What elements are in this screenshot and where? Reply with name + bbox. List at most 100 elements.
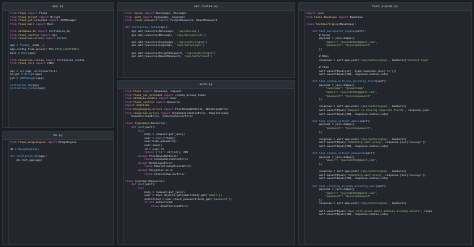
tab-app[interactable]: app.py [3, 3, 113, 11]
code-area[interactable]: from flask import Response, request from … [125, 90, 293, 209]
code-token: '/api/auth/reset' [183, 55, 211, 59]
code-token: 'Something went wrong' [346, 141, 383, 145]
editor-workspace: app.py from flask import Flask from flask… [0, 0, 474, 247]
code-token: from [10, 12, 19, 15]
code-token: (app) [34, 73, 43, 77]
code-token: api = [10, 69, 20, 73]
code-token: .auth [133, 15, 142, 19]
code-token: user.hash_password() [125, 140, 177, 144]
code-token: import [141, 90, 155, 93]
code-line[interactable]: raise UnauthorizedError [125, 205, 293, 209]
code-token: "paurakh011@gmail.com" [340, 191, 376, 195]
code-token: class [125, 179, 135, 183]
code-token: "password" [306, 94, 342, 98]
code-line[interactable]: api.add_resource(ResetPassword, '/api/au… [125, 55, 293, 59]
code-token: import [34, 22, 48, 26]
code-token: flask_mail [18, 22, 35, 26]
code-token: , [370, 127, 373, 130]
code-token: def [125, 183, 138, 187]
tab-test[interactable]: test_signup.py [299, 3, 471, 11]
code-token: "mycoolpassword" [344, 94, 371, 98]
code-token: MongoEngine [58, 141, 77, 144]
code-token: api.add_resource(SignupApi, [125, 40, 177, 44]
code-token: (self): [375, 184, 387, 188]
code-token: resources.errors [18, 37, 44, 41]
code-line[interactable]: initialize_routes(api) [10, 87, 112, 91]
code-token: ) [214, 51, 216, 55]
code-line[interactable]: db.init_app(app) [10, 159, 112, 163]
code-token: "email" [306, 91, 337, 95]
code-token: from [10, 33, 19, 37]
code-token: import [43, 37, 57, 41]
code-token: TestUserSignup [315, 22, 339, 26]
code-token: test_successful_signup [318, 29, 355, 33]
code-token: from [125, 107, 134, 111]
code-token: self.assertEqual(500, response.status_co… [306, 144, 389, 148]
code-token: id = user.id [125, 147, 164, 151]
code-area[interactable]: from flask import Flask from flask_bcrypt… [10, 12, 112, 91]
editor-pane-app[interactable]: app.py from flask import Flask from flask… [2, 2, 114, 128]
editor-pane-auth[interactable]: auth.py from flask import Response, requ… [117, 80, 295, 245]
code-token: )) [228, 197, 232, 201]
code-token: import [154, 100, 168, 104]
code-token: , [375, 191, 378, 195]
code-token: "password" [306, 44, 342, 48]
code-token: (self): [144, 125, 156, 129]
code-area[interactable]: from .movie import MoviesApi, MovieApi fr… [125, 12, 293, 59]
code-token: authorized = user.check_password(body.ge… [125, 197, 213, 201]
tab-routes[interactable]: api_routes.py [118, 3, 294, 11]
code-token: (self): [364, 152, 376, 156]
code-token: self.assertEqual( [306, 141, 347, 145]
code-token: from [125, 19, 134, 23]
code-token: "mycoolpassword" [344, 127, 371, 130]
line-number-gutter [3, 11, 9, 127]
editor-pane-routes[interactable]: api_routes.py from .movie import MoviesA… [117, 2, 295, 78]
code-token: except [125, 169, 150, 173]
code-token: , [364, 87, 366, 91]
code-token: self.assertEqual(500, response.status_co… [306, 177, 389, 181]
editor-pane-test[interactable]: test_signup.py import json from tests.Bas… [298, 2, 472, 245]
code-token: from [10, 62, 19, 66]
code-token: (app) [31, 83, 40, 87]
code-token: 'ENV_FILE_LOCATION' [47, 47, 78, 51]
code-line[interactable]: self.assertEqual(400, response.status_co… [306, 213, 470, 217]
code-token: flask_jwt_extended [18, 19, 48, 23]
code-token: Bcrypt [50, 15, 61, 19]
code-token: "username" [306, 87, 342, 91]
code-token: , headers={ [388, 202, 407, 206]
code-token: , [375, 159, 378, 163]
code-token: api.add_resource(ForgotPassword, [125, 51, 185, 55]
editor-pane-db[interactable]: db.py from flask_mongoengine import Mong… [2, 131, 114, 245]
code-token: initialize_routes [131, 26, 159, 30]
code-token: test_signup_without_password [318, 152, 365, 156]
code-token: response = self.app.post( [306, 170, 360, 174]
code-token: "mycoolpassword" [344, 195, 371, 199]
code-token: : [142, 187, 145, 191]
code-token: from [10, 37, 19, 41]
code-token: LoginApi [134, 179, 148, 183]
code-token: (self): [375, 80, 387, 84]
code-token: Mail [47, 22, 54, 26]
code-token: import [45, 141, 59, 144]
code-token: api.add_resource(ResetPassword, [125, 55, 184, 59]
code-area[interactable]: from flask_mongoengine import MongoEngin… [10, 141, 112, 163]
code-token: , response.json[ [382, 141, 408, 145]
code-token: "email" [306, 191, 337, 195]
code-token: self.assertEqual( [306, 209, 347, 213]
code-token: test_signup_with_non_existing_field [318, 80, 376, 84]
code-token: initialize_db [48, 29, 70, 33]
code-token: flask_jwt_extended [133, 93, 163, 97]
code-token: except [125, 161, 150, 165]
code-token: .reset_password [133, 19, 158, 23]
tab-db[interactable]: db.py [3, 132, 113, 140]
code-area[interactable]: import json from tests.BaseCase import Ba… [306, 12, 470, 217]
code-token: 'message' [407, 173, 423, 177]
code-token: from [10, 29, 19, 33]
code-token: from [125, 93, 134, 97]
code-token: }) [306, 198, 323, 202]
code-token: from [125, 111, 134, 115]
code-token: self.assertEqual(str, type(response.json… [306, 69, 386, 73]
code-token: "email" [306, 40, 337, 44]
code-token: SchemaValidationError [154, 158, 189, 162]
tab-auth[interactable]: auth.py [118, 81, 294, 89]
